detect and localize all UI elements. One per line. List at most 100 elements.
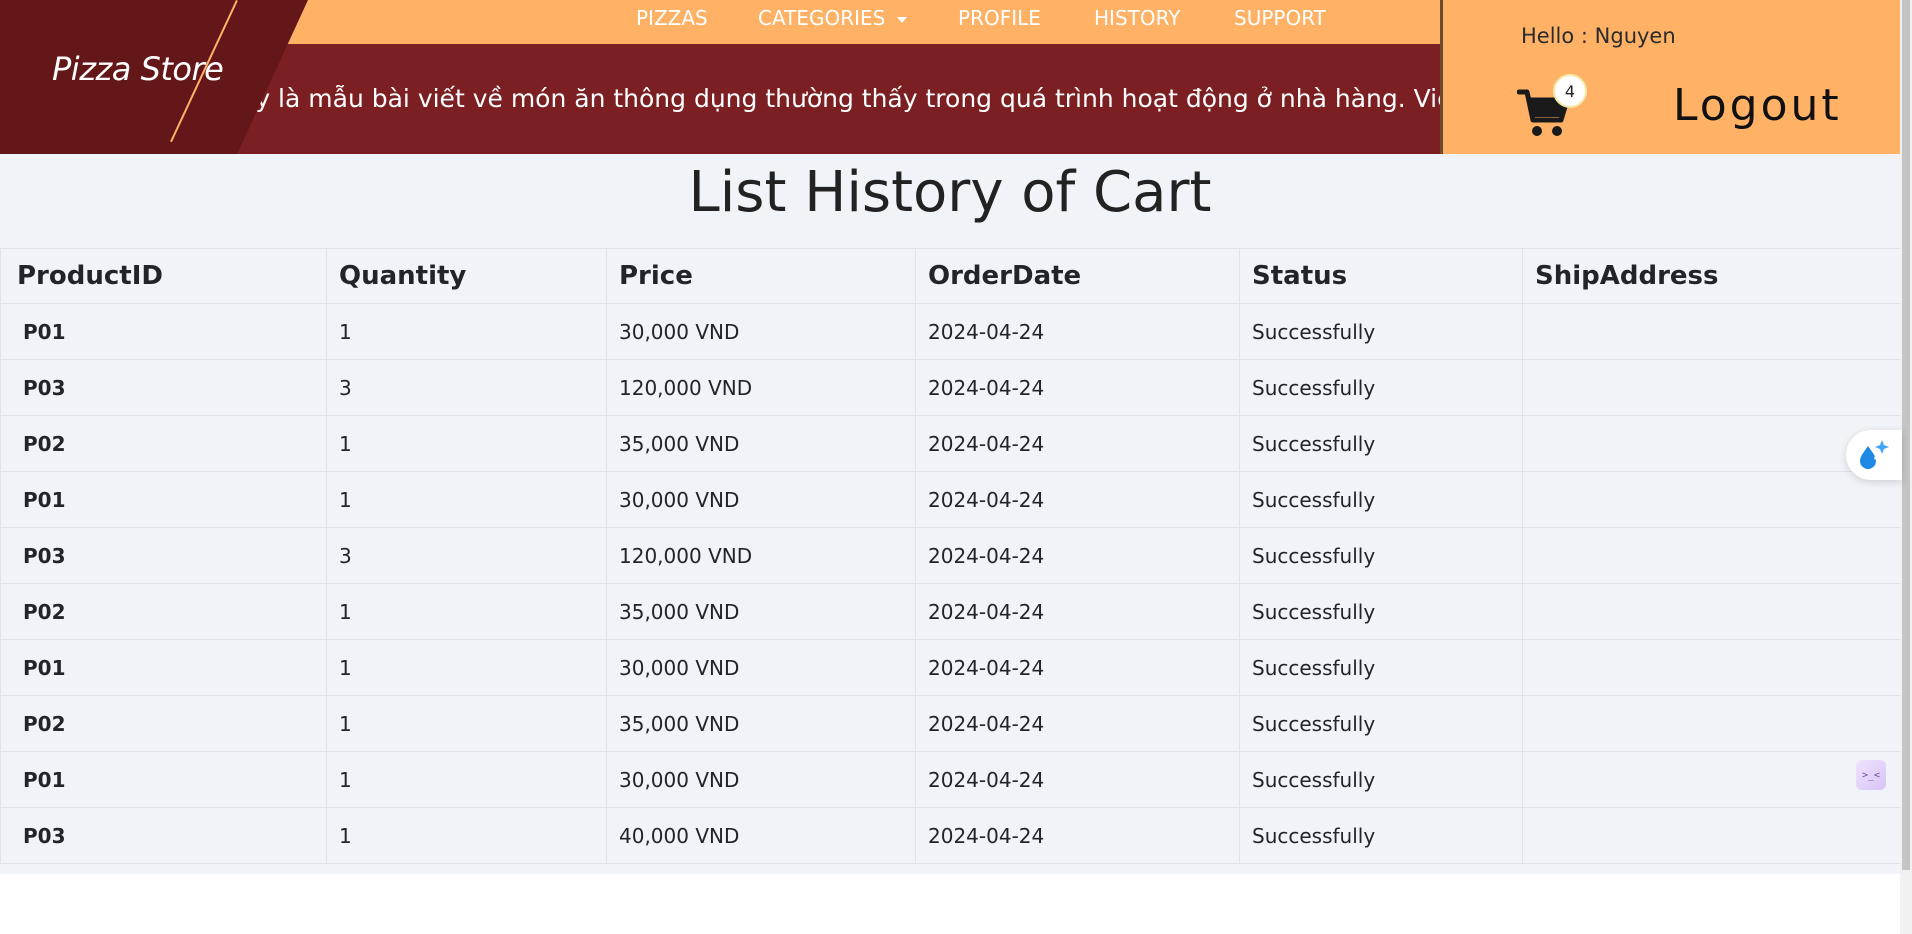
cell-orderdate: 2024-04-24 bbox=[915, 415, 1240, 472]
cell-status: Successfully bbox=[1239, 359, 1523, 416]
floating-assistant-button[interactable] bbox=[1846, 430, 1902, 480]
page-title: List History of Cart bbox=[688, 160, 1212, 225]
cell-shipaddress bbox=[1522, 807, 1901, 864]
floating-widget-button[interactable]: >_< bbox=[1856, 760, 1886, 790]
cell-productid: P03 bbox=[0, 359, 327, 416]
table-row: P01 1 30,000 VND 2024-04-24 Successfully bbox=[0, 471, 1901, 528]
table-body: P01 1 30,000 VND 2024-04-24 Successfully… bbox=[0, 303, 1901, 864]
page-bottom-area bbox=[0, 874, 1900, 934]
cell-shipaddress bbox=[1522, 695, 1901, 752]
nav-categories-label: CATEGORIES bbox=[758, 6, 886, 30]
cell-orderdate: 2024-04-24 bbox=[915, 751, 1240, 808]
cart-history-table: ProductID Quantity Price OrderDate Statu… bbox=[0, 248, 1901, 864]
news-marquee: ây là mẫu bài viết về món ăn thông dụng … bbox=[240, 80, 1440, 124]
cell-quantity: 1 bbox=[326, 695, 607, 752]
cell-quantity: 1 bbox=[326, 639, 607, 696]
cell-productid: P03 bbox=[0, 807, 327, 864]
cell-shipaddress bbox=[1522, 527, 1901, 584]
cell-shipaddress bbox=[1522, 359, 1901, 416]
cart-count-badge: 4 bbox=[1553, 74, 1587, 108]
user-panel: Hello : Nguyen 4 Logout bbox=[1440, 0, 1903, 154]
table-row: P03 3 120,000 VND 2024-04-24 Successfull… bbox=[0, 527, 1901, 584]
cell-status: Successfully bbox=[1239, 639, 1523, 696]
cell-orderdate: 2024-04-24 bbox=[915, 583, 1240, 640]
table-row: P02 1 35,000 VND 2024-04-24 Successfully bbox=[0, 415, 1901, 472]
cell-orderdate: 2024-04-24 bbox=[915, 471, 1240, 528]
cell-price: 35,000 VND bbox=[606, 583, 916, 640]
logout-button[interactable]: Logout bbox=[1673, 80, 1842, 131]
table-row: P01 1 30,000 VND 2024-04-24 Successfully bbox=[0, 303, 1901, 360]
column-header-orderdate: OrderDate bbox=[915, 248, 1240, 304]
site-header: ây là mẫu bài viết về món ăn thông dụng … bbox=[0, 0, 1903, 154]
cell-shipaddress bbox=[1522, 415, 1901, 472]
column-header-quantity: Quantity bbox=[326, 248, 607, 304]
cell-shipaddress bbox=[1522, 303, 1901, 360]
cell-status: Successfully bbox=[1239, 527, 1523, 584]
cell-status: Successfully bbox=[1239, 695, 1523, 752]
nav-pizzas[interactable]: PIZZAS bbox=[636, 6, 708, 30]
cell-orderdate: 2024-04-24 bbox=[915, 303, 1240, 360]
brand-logo[interactable]: Pizza Store bbox=[52, 50, 224, 88]
cell-orderdate: 2024-04-24 bbox=[915, 695, 1240, 752]
cell-productid: P02 bbox=[0, 415, 327, 472]
cell-productid: P02 bbox=[0, 583, 327, 640]
table-row: P01 1 30,000 VND 2024-04-24 Successfully bbox=[0, 639, 1901, 696]
table-row: P03 3 120,000 VND 2024-04-24 Successfull… bbox=[0, 359, 1901, 416]
cell-status: Successfully bbox=[1239, 303, 1523, 360]
cell-productid: P01 bbox=[0, 751, 327, 808]
table-header-row: ProductID Quantity Price OrderDate Statu… bbox=[0, 248, 1901, 304]
column-header-productid: ProductID bbox=[0, 248, 327, 304]
cell-price: 120,000 VND bbox=[606, 527, 916, 584]
cell-quantity: 1 bbox=[326, 583, 607, 640]
cell-status: Successfully bbox=[1239, 415, 1523, 472]
cell-shipaddress bbox=[1522, 751, 1901, 808]
cell-status: Successfully bbox=[1239, 807, 1523, 864]
nav-history[interactable]: HISTORY bbox=[1094, 6, 1180, 30]
cell-productid: P02 bbox=[0, 695, 327, 752]
cell-price: 30,000 VND bbox=[606, 639, 916, 696]
cell-quantity: 3 bbox=[326, 359, 607, 416]
cell-status: Successfully bbox=[1239, 471, 1523, 528]
table-row: P03 1 40,000 VND 2024-04-24 Successfully bbox=[0, 807, 1901, 864]
assistant-droplet-icon bbox=[1860, 440, 1889, 469]
scrollbar-thumb[interactable] bbox=[1902, 0, 1910, 870]
cell-shipaddress bbox=[1522, 583, 1901, 640]
table-row: P01 1 30,000 VND 2024-04-24 Successfully bbox=[0, 751, 1901, 808]
cell-orderdate: 2024-04-24 bbox=[915, 639, 1240, 696]
cell-price: 30,000 VND bbox=[606, 471, 916, 528]
cell-price: 35,000 VND bbox=[606, 695, 916, 752]
cell-price: 30,000 VND bbox=[606, 751, 916, 808]
cell-price: 120,000 VND bbox=[606, 359, 916, 416]
nav-support[interactable]: SUPPORT bbox=[1234, 6, 1326, 30]
column-header-status: Status bbox=[1239, 248, 1523, 304]
column-header-price: Price bbox=[606, 248, 916, 304]
cell-status: Successfully bbox=[1239, 583, 1523, 640]
cell-orderdate: 2024-04-24 bbox=[915, 359, 1240, 416]
cell-productid: P01 bbox=[0, 303, 327, 360]
table-row: P02 1 35,000 VND 2024-04-24 Successfully bbox=[0, 695, 1901, 752]
nav-profile[interactable]: PROFILE bbox=[958, 6, 1041, 30]
cell-shipaddress bbox=[1522, 471, 1901, 528]
news-marquee-text: ây là mẫu bài viết về món ăn thông dụng … bbox=[240, 84, 1440, 113]
cell-quantity: 1 bbox=[326, 303, 607, 360]
table-row: P02 1 35,000 VND 2024-04-24 Successfully bbox=[0, 583, 1901, 640]
nav-categories[interactable]: CATEGORIES bbox=[758, 6, 908, 30]
cell-orderdate: 2024-04-24 bbox=[915, 807, 1240, 864]
user-greeting: Hello : Nguyen bbox=[1521, 24, 1676, 48]
cell-orderdate: 2024-04-24 bbox=[915, 527, 1240, 584]
cell-productid: P01 bbox=[0, 639, 327, 696]
column-header-shipaddress: ShipAddress bbox=[1522, 248, 1901, 304]
cell-quantity: 3 bbox=[326, 527, 607, 584]
cell-quantity: 1 bbox=[326, 751, 607, 808]
cell-quantity: 1 bbox=[326, 807, 607, 864]
cell-shipaddress bbox=[1522, 639, 1901, 696]
cell-status: Successfully bbox=[1239, 751, 1523, 808]
cell-quantity: 1 bbox=[326, 415, 607, 472]
cell-price: 40,000 VND bbox=[606, 807, 916, 864]
cell-quantity: 1 bbox=[326, 471, 607, 528]
chevron-down-icon bbox=[897, 16, 908, 23]
cell-price: 30,000 VND bbox=[606, 303, 916, 360]
cell-productid: P03 bbox=[0, 527, 327, 584]
cell-productid: P01 bbox=[0, 471, 327, 528]
cell-price: 35,000 VND bbox=[606, 415, 916, 472]
